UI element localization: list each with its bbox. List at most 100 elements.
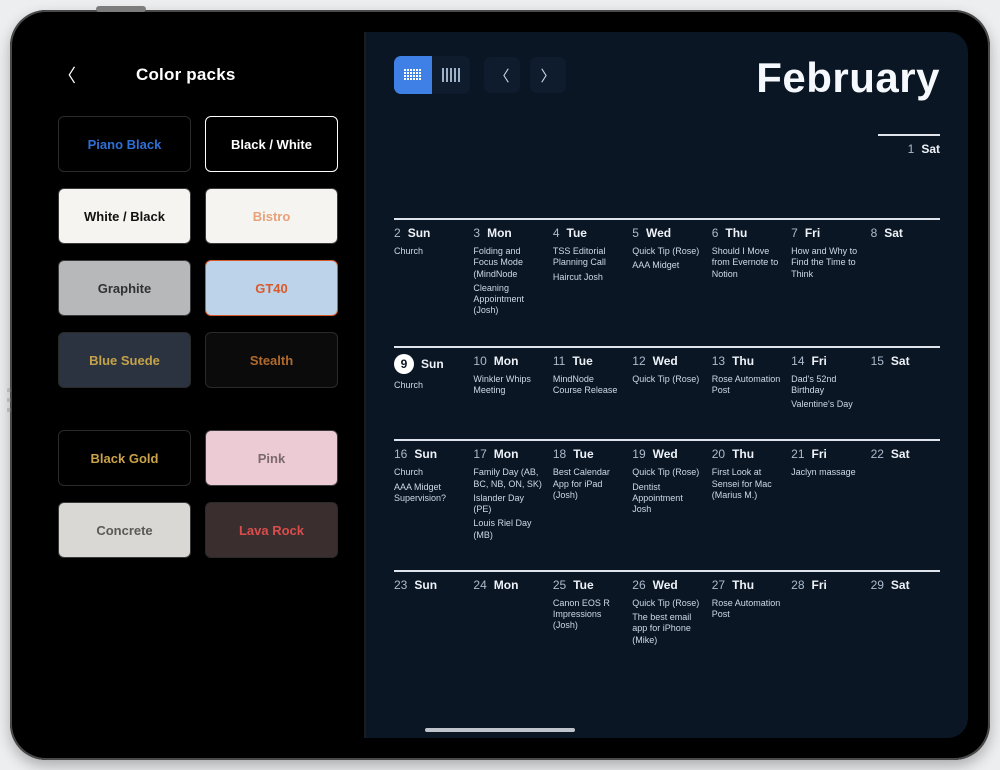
day-cell[interactable]: 23Sun xyxy=(394,578,463,649)
day-cell[interactable]: 29Sat xyxy=(871,578,940,649)
event-item[interactable]: Rose Automation Post xyxy=(712,374,781,397)
home-indicator[interactable] xyxy=(425,728,575,732)
day-number: 3 xyxy=(473,226,480,240)
day-cell[interactable]: 2SunChurch xyxy=(394,226,463,320)
day-name: Fri xyxy=(812,578,827,592)
day-cell[interactable]: 24Mon xyxy=(473,578,542,649)
day-number: 2 xyxy=(394,226,401,240)
event-item[interactable]: How and Why to Find the Time to Think xyxy=(791,246,860,280)
event-item[interactable]: Canon EOS R Impressions (Josh) xyxy=(553,598,622,632)
event-item[interactable]: Quick Tip (Rose) xyxy=(632,246,701,257)
event-item[interactable]: AAA Midget Supervision? xyxy=(394,482,463,505)
day-number: 28 xyxy=(791,578,804,592)
event-item[interactable]: Quick Tip (Rose) xyxy=(632,374,701,385)
color-pack-stealth[interactable]: Stealth xyxy=(205,332,338,388)
day-cell[interactable]: 22Sat xyxy=(871,447,940,544)
event-item[interactable]: Quick Tip (Rose) xyxy=(632,467,701,478)
event-item[interactable]: Louis Riel Day (MB) xyxy=(473,518,542,541)
day-name: Wed xyxy=(646,226,671,240)
day-cell[interactable]: 12WedQuick Tip (Rose) xyxy=(632,354,701,414)
event-item[interactable]: Folding and Focus Mode (MindNode xyxy=(473,246,542,280)
event-item[interactable]: Dentist Appointment Josh xyxy=(632,482,701,516)
day-name: Thu xyxy=(732,447,754,461)
day-cell[interactable]: 6ThuShould I Move from Evernote to Notio… xyxy=(712,226,781,320)
day-name: Tue xyxy=(567,226,587,240)
next-month-button[interactable]: 〉 xyxy=(530,57,566,93)
event-item[interactable]: The best email app for iPhone (Mike) xyxy=(632,612,701,646)
day-number: 16 xyxy=(394,447,407,461)
color-pack-black-white[interactable]: Black / White xyxy=(205,116,338,172)
event-item[interactable]: Dad's 52nd Birthday xyxy=(791,374,860,397)
day-cell[interactable]: 4TueTSS Editorial Planning CallHaircut J… xyxy=(553,226,622,320)
day-name: Wed xyxy=(653,447,678,461)
panel-title: Color packs xyxy=(136,65,236,85)
day-number: 7 xyxy=(791,226,798,240)
color-pack-piano-black[interactable]: Piano Black xyxy=(58,116,191,172)
back-button[interactable]: 〈 xyxy=(58,62,76,88)
event-item[interactable]: MindNode Course Release xyxy=(553,374,622,397)
day-cell[interactable]: 28 Fri xyxy=(791,578,860,649)
day-name: Mon xyxy=(487,226,512,240)
day-number: 10 xyxy=(473,354,486,368)
event-item[interactable]: Church xyxy=(394,467,463,478)
day-cell[interactable]: 25TueCanon EOS R Impressions (Josh) xyxy=(553,578,622,649)
day-cell[interactable]: 15Sat xyxy=(871,354,940,414)
day-cell[interactable]: 5 Wed Quick Tip (Rose) AAA Midget xyxy=(632,226,701,320)
event-item[interactable]: Islander Day (PE) xyxy=(473,493,542,516)
day-number: 5 xyxy=(632,226,639,240)
color-pack-blue-suede[interactable]: Blue Suede xyxy=(58,332,191,388)
day-cell[interactable]: 20ThuFirst Look at Sensei for Mac (Mariu… xyxy=(712,447,781,544)
day-number: 27 xyxy=(712,578,725,592)
event-item[interactable]: Quick Tip (Rose) xyxy=(632,598,701,609)
day-cell[interactable]: 8Sat xyxy=(871,226,940,320)
day-number: 26 xyxy=(632,578,645,592)
color-pack-graphite[interactable]: Graphite xyxy=(58,260,191,316)
day-cell[interactable]: 10MonWinkler Whips Meeting xyxy=(473,354,542,414)
day-number: 25 xyxy=(553,578,566,592)
grid-view-button[interactable] xyxy=(394,56,432,94)
day-cell[interactable]: 11 Tue MindNode Course Release xyxy=(553,354,622,414)
color-pack-bistro[interactable]: Bistro xyxy=(205,188,338,244)
event-item[interactable]: Haircut Josh xyxy=(553,272,622,283)
event-item[interactable]: Rose Automation Post xyxy=(712,598,781,621)
day-cell[interactable]: 14FriDad's 52nd BirthdayValentine's Day xyxy=(791,354,860,414)
color-pack-lava-rock[interactable]: Lava Rock xyxy=(205,502,338,558)
day-cell[interactable]: 16SunChurchAAA Midget Supervision? xyxy=(394,447,463,544)
day-cell[interactable]: 9SunChurch xyxy=(394,354,463,414)
day-cell[interactable]: 18TueBest Calendar App for iPad (Josh) xyxy=(553,447,622,544)
event-item[interactable]: Jaclyn massage xyxy=(791,467,860,478)
day-cell[interactable]: 1 Sat xyxy=(878,134,940,192)
day-cell[interactable]: 13ThuRose Automation Post xyxy=(712,354,781,414)
prev-month-button[interactable]: 〈 xyxy=(484,57,520,93)
day-cell[interactable]: 17MonFamily Day (AB, BC, NB, ON, SK)Isla… xyxy=(473,447,542,544)
day-number: 29 xyxy=(871,578,884,592)
color-pack-white-black[interactable]: White / Black xyxy=(58,188,191,244)
color-pack-black-gold[interactable]: Black Gold xyxy=(58,430,191,486)
day-number: 1 xyxy=(908,142,915,156)
day-cell[interactable]: 27ThuRose Automation Post xyxy=(712,578,781,649)
event-item[interactable]: Should I Move from Evernote to Notion xyxy=(712,246,781,280)
day-cell[interactable]: 7FriHow and Why to Find the Time to Thin… xyxy=(791,226,860,320)
color-pack-gt40[interactable]: GT40 xyxy=(205,260,338,316)
event-item[interactable]: Family Day (AB, BC, NB, ON, SK) xyxy=(473,467,542,490)
day-cell[interactable]: 3 Mon Folding and Focus Mode (MindNodeClea… xyxy=(473,226,542,320)
event-item[interactable]: AAA Midget xyxy=(632,260,701,271)
event-item[interactable]: Cleaning Appointment (Josh) xyxy=(473,283,542,317)
day-name: Tue xyxy=(572,354,592,368)
day-cell[interactable]: 26WedQuick Tip (Rose)The best email app … xyxy=(632,578,701,649)
day-name: Sat xyxy=(921,142,940,156)
event-item[interactable]: Valentine's Day xyxy=(791,399,860,410)
event-item[interactable]: First Look at Sensei for Mac (Marius M.) xyxy=(712,467,781,501)
day-cell[interactable]: 21FriJaclyn massage xyxy=(791,447,860,544)
list-view-button[interactable] xyxy=(432,56,470,94)
event-item[interactable]: Church xyxy=(394,380,463,391)
color-pack-pink[interactable]: Pink xyxy=(205,430,338,486)
day-cell[interactable]: 19WedQuick Tip (Rose)Dentist Appointment… xyxy=(632,447,701,544)
event-item[interactable]: Winkler Whips Meeting xyxy=(473,374,542,397)
event-item[interactable]: TSS Editorial Planning Call xyxy=(553,246,622,269)
color-pack-concrete[interactable]: Concrete xyxy=(58,502,191,558)
day-name: Wed xyxy=(653,354,678,368)
event-item[interactable]: Best Calendar App for iPad (Josh) xyxy=(553,467,622,501)
day-number: 11 xyxy=(553,354,565,368)
event-item[interactable]: Church xyxy=(394,246,463,257)
